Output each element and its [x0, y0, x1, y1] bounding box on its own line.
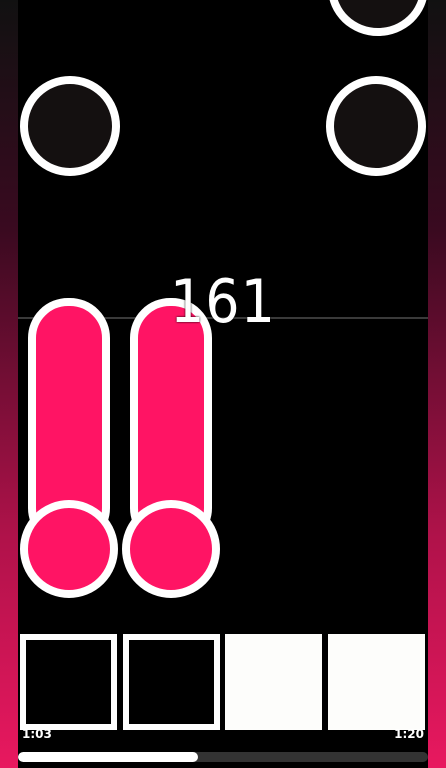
- song-progress-bar[interactable]: [18, 752, 428, 762]
- tap-note: [328, 0, 428, 36]
- playfield: 161 1:03 1:20: [18, 0, 428, 768]
- tap-note: [20, 76, 120, 176]
- elapsed-time: 1:03: [22, 727, 52, 741]
- song-duration: 1:20: [394, 727, 424, 741]
- lane-3-key[interactable]: [225, 634, 322, 730]
- lane-2-key[interactable]: [123, 634, 220, 730]
- game-screen: 161 1:03 1:20: [0, 0, 446, 768]
- song-progress-fill: [18, 752, 199, 762]
- tap-note: [326, 76, 426, 176]
- combo-counter: 161: [169, 266, 277, 337]
- hold-note-head: [20, 500, 118, 598]
- lane-1-key[interactable]: [20, 634, 117, 730]
- lane-4-key[interactable]: [328, 634, 425, 730]
- hold-note-head: [122, 500, 220, 598]
